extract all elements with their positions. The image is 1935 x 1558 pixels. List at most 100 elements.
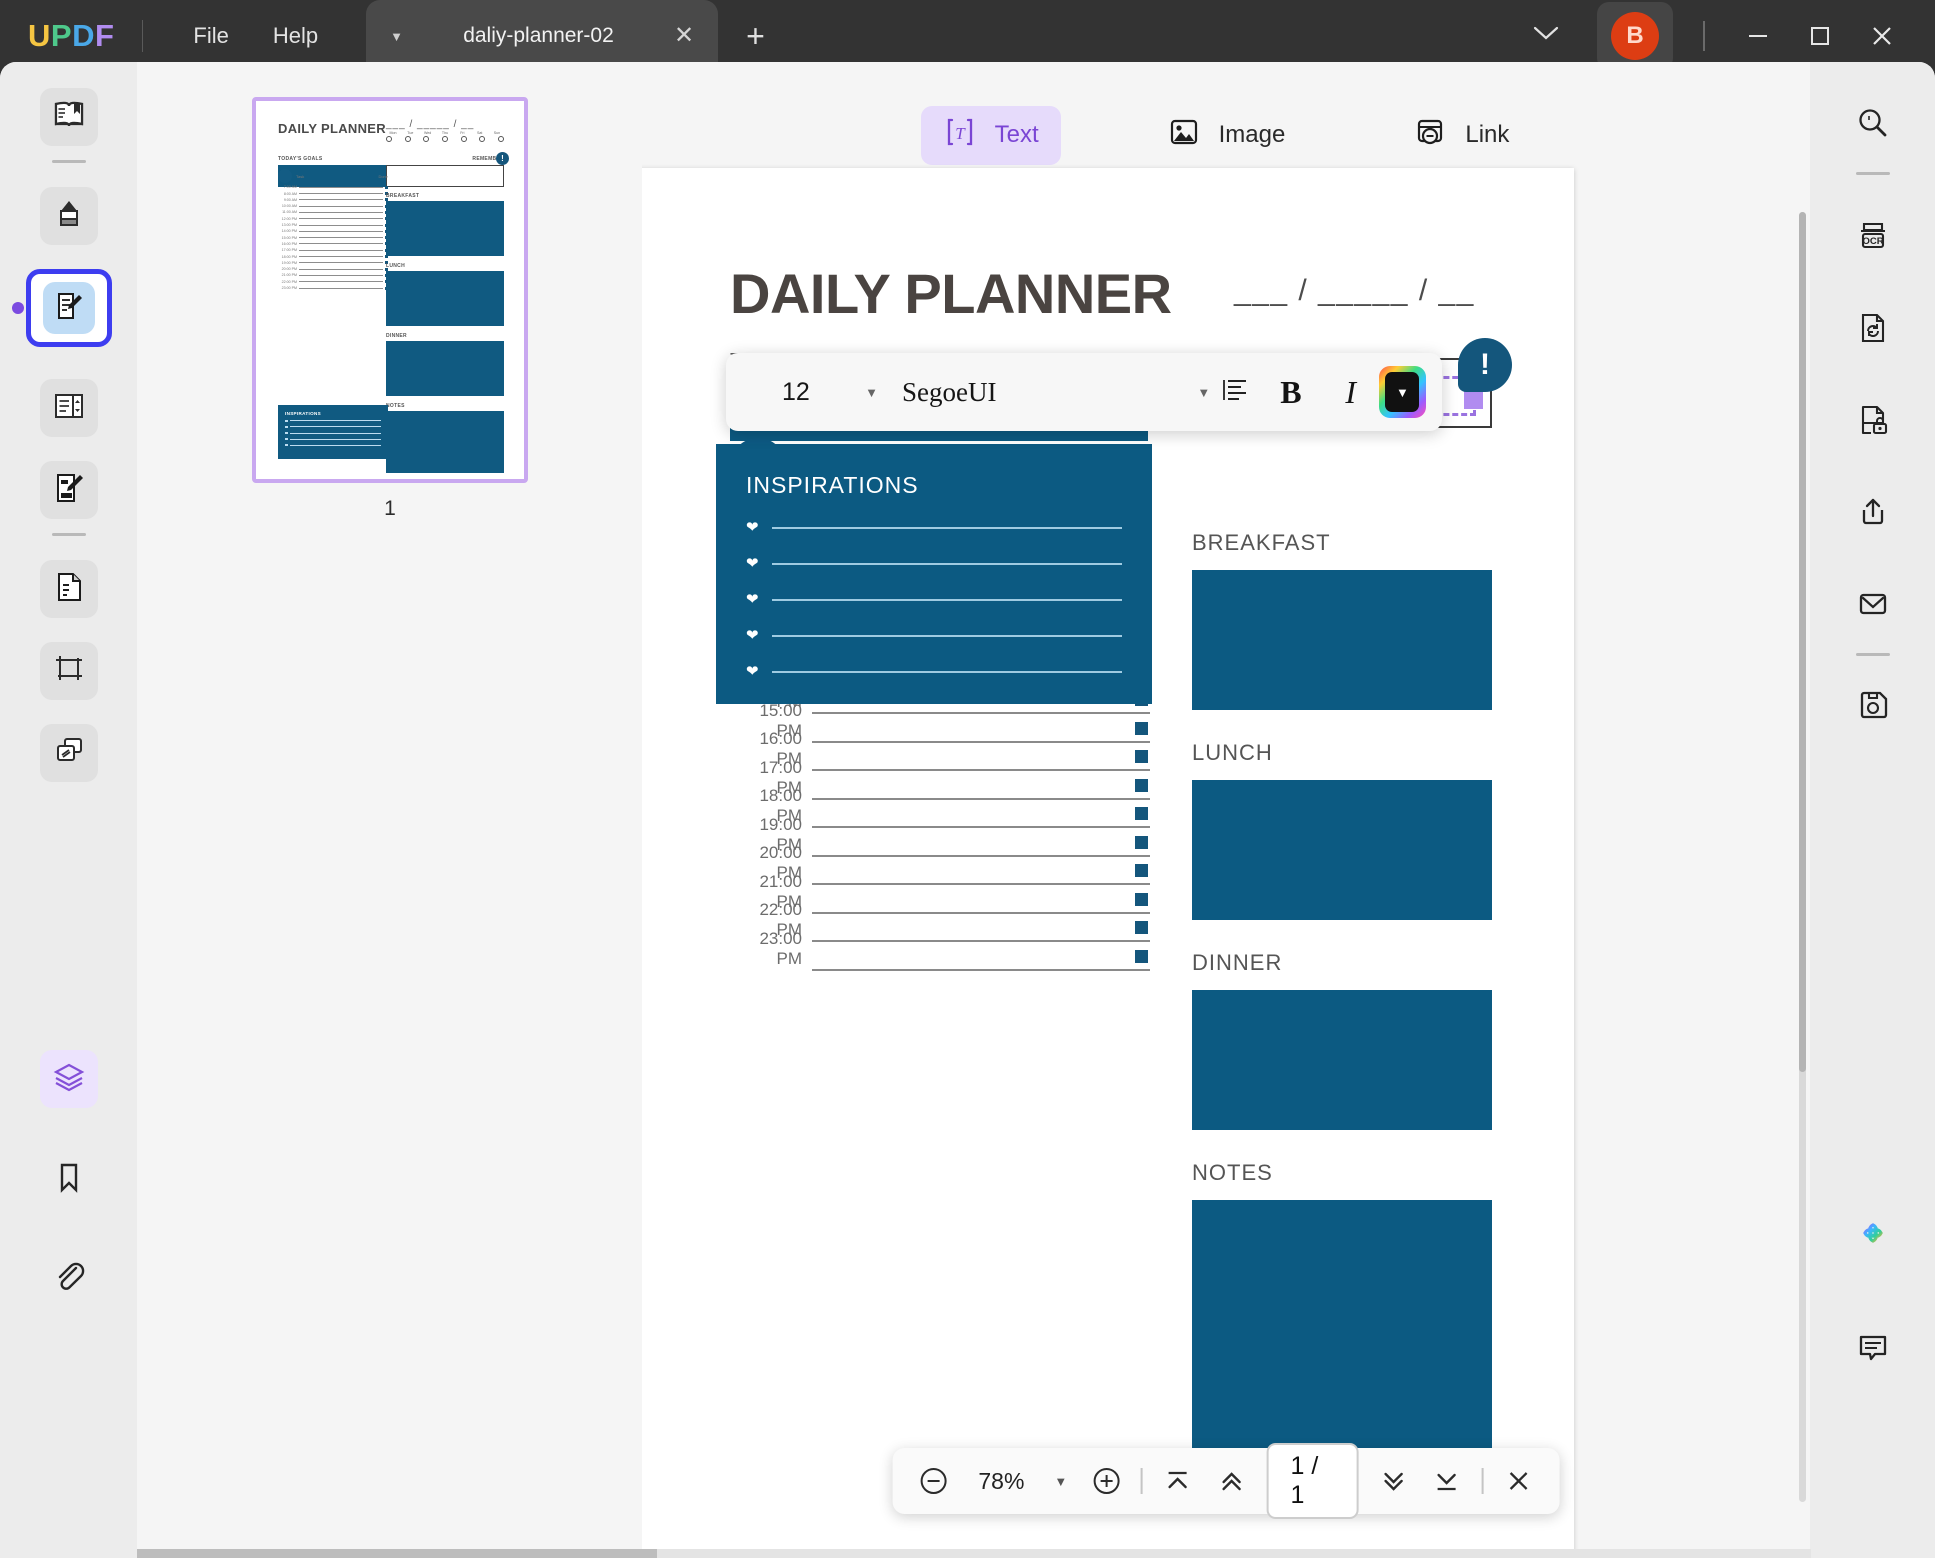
font-family-value: SegoeUI — [901, 376, 997, 407]
right-item-save[interactable] — [1810, 678, 1935, 736]
thumb-task-row: 15:00 PM — [278, 236, 388, 240]
task-done-checkbox[interactable] — [1135, 892, 1148, 906]
sidebar-item-edit-pdf[interactable] — [0, 269, 137, 347]
breakfast-box[interactable] — [1192, 570, 1492, 710]
thumbnail-page-number: 1 — [384, 497, 396, 520]
sidebar-item-form[interactable] — [0, 461, 137, 519]
task-done-checkbox[interactable] — [1135, 921, 1148, 934]
tab-dropdown-icon[interactable]: ▼ — [390, 29, 403, 44]
active-indicator-dot — [12, 302, 24, 314]
task-done-checkbox[interactable] — [1135, 778, 1148, 792]
sidebar-item-bookmark[interactable] — [0, 1150, 137, 1208]
horizontal-scrollbar[interactable] — [137, 1549, 1811, 1558]
image-icon — [1167, 115, 1201, 156]
scrollbar-thumb[interactable] — [1799, 212, 1806, 1072]
tab-text[interactable]: T Text — [920, 105, 1061, 165]
thumb-task-time: 13:00 PM — [281, 223, 297, 228]
tab-link[interactable]: Link — [1391, 106, 1531, 165]
italic-button[interactable]: I — [1323, 374, 1379, 411]
lunch-box[interactable] — [1192, 780, 1492, 920]
account-button[interactable]: B — [1597, 2, 1673, 70]
sidebar-item-reader[interactable] — [0, 88, 137, 146]
sidebar-item-crop[interactable] — [0, 642, 137, 700]
task-done-checkbox[interactable] — [1135, 750, 1148, 763]
inspiration-line — [771, 670, 1122, 673]
inspiration-row[interactable]: ❤ — [746, 520, 1122, 535]
sidebar-item-attachment[interactable] — [0, 1250, 137, 1308]
first-page-button[interactable] — [1159, 1460, 1197, 1502]
right-item-share[interactable] — [1810, 485, 1935, 543]
prev-page-button[interactable] — [1213, 1460, 1251, 1502]
right-item-search[interactable] — [1810, 96, 1935, 154]
right-item-comment[interactable] — [1810, 1320, 1935, 1378]
task-row[interactable]: 23:00 PM — [730, 929, 1150, 971]
font-size-select[interactable]: 12 ▼ — [742, 378, 878, 407]
thumb-task-row: 18:00 PM — [278, 255, 388, 259]
inspiration-row[interactable]: ❤ — [746, 592, 1122, 607]
convert-doc-icon — [52, 570, 86, 609]
thumb-task-line — [299, 281, 383, 283]
right-item-email[interactable] — [1810, 577, 1935, 635]
help-menu[interactable]: Help — [251, 17, 340, 55]
inspiration-row[interactable]: ❤ — [746, 628, 1122, 643]
hscrollbar-thumb[interactable] — [137, 1549, 657, 1558]
thumb-inspirations-label: INSPIRATIONS — [285, 411, 321, 416]
sidebar-item-convert[interactable] — [0, 560, 137, 618]
right-item-protect[interactable] — [1810, 393, 1935, 451]
notes-box[interactable] — [1192, 1200, 1492, 1460]
next-page-button[interactable] — [1374, 1460, 1412, 1502]
zoom-out-button[interactable] — [915, 1460, 953, 1502]
window-controls-divider — [1703, 21, 1705, 51]
chevron-down-icon[interactable] — [1513, 16, 1579, 56]
zoom-in-button[interactable] — [1087, 1460, 1125, 1502]
dinner-box[interactable] — [1192, 990, 1492, 1130]
page-indicator[interactable]: 1 / 1 — [1266, 1443, 1359, 1519]
color-picker-button[interactable]: ▼ — [1378, 366, 1426, 418]
vertical-scrollbar[interactable] — [1799, 212, 1806, 1502]
date-field[interactable]: ___ / _____ / __ — [1234, 274, 1492, 308]
font-family-select[interactable]: SegoeUI ▼ — [902, 377, 1210, 408]
edit-pdf-icon — [53, 290, 85, 327]
page-thumbnail[interactable]: DAILY PLANNER ___ / _____ / __ Mon Tue W… — [252, 97, 528, 483]
sidebar-item-compare[interactable] — [0, 724, 137, 782]
thumb-date-line: ___ / _____ / __ — [386, 119, 475, 130]
bold-button[interactable]: B — [1259, 374, 1322, 411]
sidebar-item-organize-pages[interactable] — [0, 379, 137, 437]
inspirations-box[interactable]: INSPIRATIONS ❤ ❤ ❤ ❤ ❤ — [716, 444, 1152, 704]
heart-icon: ❤ — [746, 519, 759, 536]
thumbnail-preview: DAILY PLANNER ___ / _____ / __ Mon Tue W… — [262, 107, 518, 473]
align-left-button[interactable] — [1210, 375, 1259, 410]
task-done-checkbox[interactable] — [1135, 864, 1148, 877]
layers-icon — [52, 1060, 86, 1099]
zoom-level[interactable]: 78% — [968, 1468, 1034, 1495]
right-item-ai-assistant[interactable] — [1810, 1206, 1935, 1264]
inspiration-row[interactable]: ❤ — [746, 664, 1122, 679]
task-done-checkbox[interactable] — [1135, 721, 1148, 735]
tab-close-icon[interactable]: ✕ — [674, 24, 694, 48]
task-done-checkbox[interactable] — [1135, 835, 1148, 849]
task-done-checkbox[interactable] — [1135, 807, 1148, 820]
file-menu[interactable]: File — [171, 17, 250, 55]
zoom-dropdown-icon[interactable]: ▼ — [1050, 1474, 1071, 1489]
close-zoom-button[interactable] — [1500, 1460, 1538, 1502]
thumb-task-line — [299, 287, 383, 289]
new-tab-button[interactable]: + — [746, 20, 765, 52]
sidebar-item-layers[interactable] — [0, 1050, 137, 1108]
warning-badge[interactable]: ! — [1458, 338, 1512, 392]
resize-handle-right[interactable] — [1464, 390, 1483, 409]
thumb-task-time: 10:00 AM — [281, 204, 297, 209]
tab-image[interactable]: Image — [1145, 106, 1308, 165]
task-done-checkbox[interactable] — [1135, 949, 1148, 963]
thumb-day: Sun — [493, 131, 501, 135]
sidebar-item-annotate[interactable] — [0, 187, 137, 245]
right-item-ocr[interactable]: OCR — [1810, 209, 1935, 267]
right-item-convert[interactable] — [1810, 301, 1935, 359]
thumb-inspiration-line — [289, 426, 381, 428]
inspiration-row[interactable]: ❤ — [746, 556, 1122, 571]
inspiration-line — [771, 526, 1122, 529]
bookmark-icon — [53, 1161, 85, 1198]
last-page-button[interactable] — [1428, 1460, 1466, 1502]
thumb-meal-label: NOTES — [386, 403, 405, 409]
thumb-inspiration-line — [289, 444, 381, 446]
thumb-task-time: 9:00 AM — [283, 197, 297, 202]
